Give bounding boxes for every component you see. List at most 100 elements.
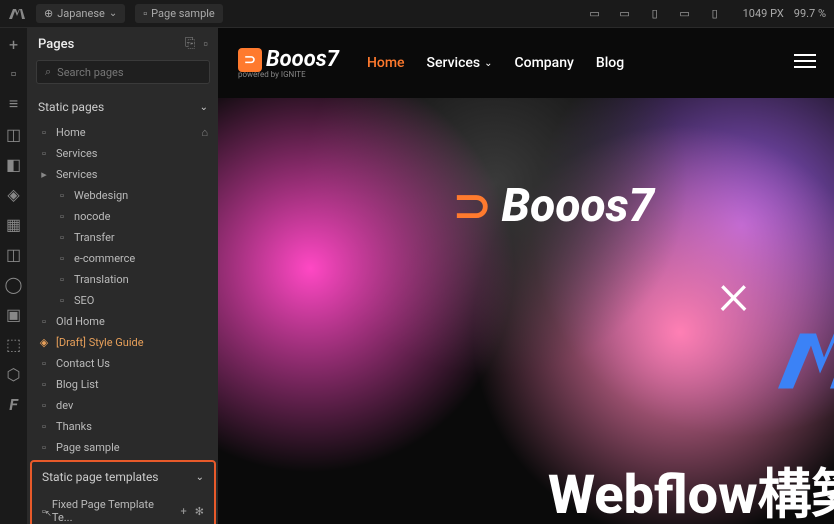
style-icon[interactable]: ◈ — [6, 186, 22, 202]
page-item-contact[interactable]: ▫Contact Us — [28, 353, 218, 374]
template-label: Fixed Page Template Te... — [52, 498, 175, 524]
search-placeholder: Search pages — [57, 66, 123, 79]
device-laptop-icon[interactable]: ▭ — [675, 7, 695, 20]
page-icon: ▫ — [38, 316, 50, 328]
page-icon: ▫ — [143, 7, 147, 20]
ecommerce-icon[interactable]: ▣ — [6, 306, 22, 322]
folder-icon: ▸ — [38, 169, 50, 181]
page-item-webdesign[interactable]: ▫Webdesign — [28, 185, 218, 206]
design-canvas[interactable]: ⊃ Booos7 powered by IGNITE Home Services… — [218, 28, 834, 524]
device-tablet-wide-icon[interactable]: ▭ — [615, 7, 635, 20]
nav-blog[interactable]: Blog — [596, 55, 624, 71]
new-page-icon[interactable]: ▫ — [203, 36, 208, 52]
template-icon: ▫↖ — [42, 505, 46, 518]
draft-icon: ◈ — [38, 337, 50, 349]
webflow-mark: Webf — [778, 328, 834, 394]
template-item[interactable]: ▫↖ Fixed Page Template Te... + ✻ — [32, 492, 214, 524]
logo-mark-icon: ⊃ — [238, 48, 262, 72]
hero-logo-mark-icon: ⊃ — [453, 178, 492, 233]
powered-by-label: powered by IGNITE — [238, 70, 339, 79]
search-pages-input[interactable]: ⌕ Search pages — [36, 60, 210, 84]
apps-icon[interactable]: ⬚ — [6, 336, 22, 352]
add-icon[interactable]: + — [6, 36, 22, 52]
language-selector[interactable]: ⊕ Japanese ⌄ — [36, 4, 125, 23]
page-item-translation[interactable]: ▫Translation — [28, 269, 218, 290]
page-icon: ▫ — [38, 421, 50, 433]
static-pages-section[interactable]: Static pages ⌄ — [28, 92, 218, 122]
breadcrumb-page[interactable]: ▫ Page sample — [135, 4, 223, 23]
chevron-down-icon: ⌄ — [109, 8, 117, 19]
panel-title: Pages — [38, 37, 74, 52]
page-icon: ▫ — [38, 442, 50, 454]
page-icon: ▫ — [56, 190, 68, 202]
page-item-page-sample[interactable]: ▫Page sample — [28, 437, 218, 458]
hero-headline: Webflow構築で — [548, 450, 834, 524]
site-navbar: ⊃ Booos7 powered by IGNITE Home Services… — [218, 28, 834, 98]
zoom-level: 99.7 % — [794, 7, 826, 20]
page-item-seo[interactable]: ▫SEO — [28, 290, 218, 311]
page-item-thanks[interactable]: ▫Thanks — [28, 416, 218, 437]
templates-section-highlight: Static page templates ⌄ ▫↖ Fixed Page Te… — [30, 460, 216, 524]
page-icon: ▫ — [38, 127, 50, 139]
static-templates-section[interactable]: Static page templates ⌄ — [32, 462, 214, 492]
webflow-logo-icon[interactable] — [8, 5, 26, 23]
page-item-dev[interactable]: ▫dev — [28, 395, 218, 416]
logic-icon[interactable]: ⬡ — [6, 366, 22, 382]
navigator-icon[interactable]: ≡ — [6, 96, 22, 112]
components-icon[interactable]: ◫ — [6, 126, 22, 142]
nav-links: Home Services⌄ Company Blog — [367, 55, 624, 71]
section-label: Static page templates — [42, 470, 159, 484]
page-item-transfer[interactable]: ▫Transfer — [28, 227, 218, 248]
nav-company[interactable]: Company — [515, 55, 574, 71]
page-item-home[interactable]: ▫Home⌂ — [28, 122, 218, 143]
page-item-ecommerce[interactable]: ▫e-commerce — [28, 248, 218, 269]
cross-symbol: × — [718, 258, 749, 329]
device-tablet-icon[interactable]: ▯ — [645, 7, 665, 20]
webflow-logo-icon — [778, 331, 834, 391]
top-toolbar: ⊕ Japanese ⌄ ▫ Page sample ▭ ▭ ▯ ▭ ▯ 104… — [0, 0, 834, 28]
page-item-blog-list[interactable]: ▫Blog List — [28, 374, 218, 395]
font-icon[interactable]: F — [6, 396, 22, 412]
nav-services[interactable]: Services⌄ — [427, 55, 493, 71]
page-icon: ▫ — [56, 211, 68, 223]
section-label: Static pages — [38, 100, 104, 114]
new-folder-icon[interactable]: ⎘ — [185, 36, 195, 52]
page-item-draft-style-guide[interactable]: ◈[Draft] Style Guide — [28, 332, 218, 353]
nav-home[interactable]: Home — [367, 55, 405, 71]
page-item-nocode[interactable]: ▫nocode — [28, 206, 218, 227]
chevron-down-icon: ⌄ — [196, 472, 204, 483]
pages-panel: Pages ⎘ ▫ ⌕ Search pages Static pages ⌄ … — [28, 28, 218, 524]
page-icon: ▫ — [56, 274, 68, 286]
home-icon: ⌂ — [201, 126, 208, 139]
users-icon[interactable]: ◯ — [6, 276, 22, 292]
search-icon: ⌕ — [45, 65, 51, 79]
page-icon: ▫ — [38, 400, 50, 412]
left-icon-rail: + ▫ ≡ ◫ ◧ ◈ ▦ ◫ ◯ ▣ ⬚ ⬡ F — [0, 28, 28, 524]
site-logo[interactable]: ⊃ Booos7 powered by IGNITE — [238, 47, 339, 79]
page-icon: ▫ — [56, 253, 68, 265]
device-mobile-icon[interactable]: ▯ — [705, 7, 725, 20]
page-icon: ▫ — [38, 148, 50, 160]
breadcrumb-label: Page sample — [151, 7, 215, 20]
add-icon[interactable]: + — [181, 505, 187, 518]
page-item-services[interactable]: ▫Services — [28, 143, 218, 164]
page-icon: ▫ — [56, 232, 68, 244]
assets-icon[interactable]: ▦ — [6, 216, 22, 232]
page-folder-services[interactable]: ▸Services — [28, 164, 218, 185]
cms-icon[interactable]: ◫ — [6, 246, 22, 262]
device-desktop-icon[interactable]: ▭ — [585, 7, 605, 20]
page-icon: ▫ — [38, 379, 50, 391]
brand-text: Booos7 — [266, 47, 339, 72]
pages-icon[interactable]: ▫ — [6, 66, 22, 82]
language-label: Japanese — [57, 7, 105, 20]
hamburger-menu-icon[interactable] — [794, 54, 816, 68]
variables-icon[interactable]: ◧ — [6, 156, 22, 172]
page-item-old-home[interactable]: ▫Old Home — [28, 311, 218, 332]
chevron-down-icon: ⌄ — [484, 58, 492, 69]
viewport-width: 1049 PX — [743, 7, 784, 20]
globe-icon: ⊕ — [44, 7, 53, 20]
hero-logo: ⊃ Booos7 — [453, 178, 654, 233]
page-icon: ▫ — [56, 295, 68, 307]
chevron-down-icon: ⌄ — [200, 102, 208, 113]
settings-icon[interactable]: ✻ — [195, 505, 204, 518]
